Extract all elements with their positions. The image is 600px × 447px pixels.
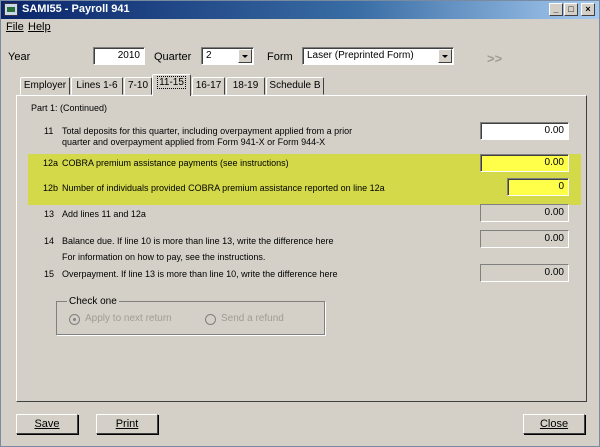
- quarter-select[interactable]: 2: [201, 47, 254, 65]
- apply-next-return-radio[interactable]: [69, 314, 80, 325]
- menu-help[interactable]: Help: [28, 21, 51, 33]
- line-12a-number: 12a: [43, 158, 59, 168]
- payroll-window: SAMI55 - Payroll 941 _ □ × File Help Yea…: [0, 0, 600, 447]
- line-13-amount: 0.00: [480, 204, 569, 222]
- line-13-number: 13: [44, 209, 55, 219]
- year-label: Year: [8, 51, 31, 63]
- quarter-label: Quarter: [154, 51, 192, 63]
- send-refund-label: Send a refund: [221, 313, 284, 324]
- line-12b-amount[interactable]: 0: [507, 178, 569, 196]
- line-13-text: Add lines 11 and 12a: [62, 209, 146, 219]
- menu-file[interactable]: File: [6, 21, 24, 33]
- tab-lines-1-6[interactable]: Lines 1-6: [71, 77, 123, 95]
- quarter-value: 2: [206, 50, 212, 61]
- line-11-amount[interactable]: 0.00: [480, 122, 569, 140]
- part-heading: Part 1: (Continued): [31, 103, 108, 113]
- menu-bar: File Help: [1, 19, 599, 36]
- form-select[interactable]: Laser (Preprinted Form): [302, 47, 454, 65]
- app-icon: [4, 3, 18, 16]
- line-15-amount: 0.00: [480, 264, 569, 282]
- line-15-text: Overpayment. If line 13 is more than lin…: [62, 269, 338, 279]
- chevron-down-icon[interactable]: [438, 49, 452, 63]
- send-refund-radio[interactable]: [205, 314, 216, 325]
- next-arrow-icon[interactable]: >>: [487, 51, 502, 66]
- tab-schedule-b[interactable]: Schedule B: [266, 77, 324, 95]
- line-14-text: Balance due. If line 10 is more than lin…: [62, 236, 334, 246]
- check-one-title: Check one: [67, 296, 119, 307]
- line-14-number: 14: [44, 236, 55, 246]
- tab-employer[interactable]: Employer: [20, 77, 70, 95]
- window-title: SAMI55 - Payroll 941: [22, 3, 130, 15]
- line-12a-text: COBRA premium assistance payments (see i…: [62, 158, 289, 168]
- form-label: Form: [267, 51, 293, 63]
- line-12a-amount[interactable]: 0.00: [480, 154, 569, 172]
- title-bar: SAMI55 - Payroll 941 _ □ ×: [1, 1, 599, 19]
- close-window-button[interactable]: ×: [581, 3, 595, 16]
- minimize-button[interactable]: _: [549, 3, 563, 16]
- save-button[interactable]: Save: [16, 414, 78, 434]
- tab-11-15[interactable]: 11-15: [152, 74, 191, 96]
- line-14-amount: 0.00: [480, 230, 569, 248]
- line-11-text-2: quarter and overpayment applied from For…: [62, 137, 326, 147]
- maximize-button[interactable]: □: [564, 3, 578, 16]
- apply-next-return-label: Apply to next return: [85, 313, 172, 324]
- print-button[interactable]: Print: [96, 414, 158, 434]
- tab-16-17[interactable]: 16-17: [192, 77, 225, 95]
- line-14-note: For information on how to pay, see the i…: [62, 252, 266, 262]
- year-input[interactable]: 2010: [93, 47, 145, 65]
- tab-7-10[interactable]: 7-10: [124, 77, 152, 95]
- tab-18-19[interactable]: 18-19: [226, 77, 265, 95]
- line-12b-text: Number of individuals provided COBRA pre…: [62, 183, 385, 193]
- form-value: Laser (Preprinted Form): [307, 50, 414, 61]
- line-15-number: 15: [44, 269, 55, 279]
- line-12b-number: 12b: [43, 183, 59, 193]
- close-button[interactable]: Close: [523, 414, 585, 434]
- chevron-down-icon[interactable]: [238, 49, 252, 63]
- line-11-number: 11: [44, 126, 54, 136]
